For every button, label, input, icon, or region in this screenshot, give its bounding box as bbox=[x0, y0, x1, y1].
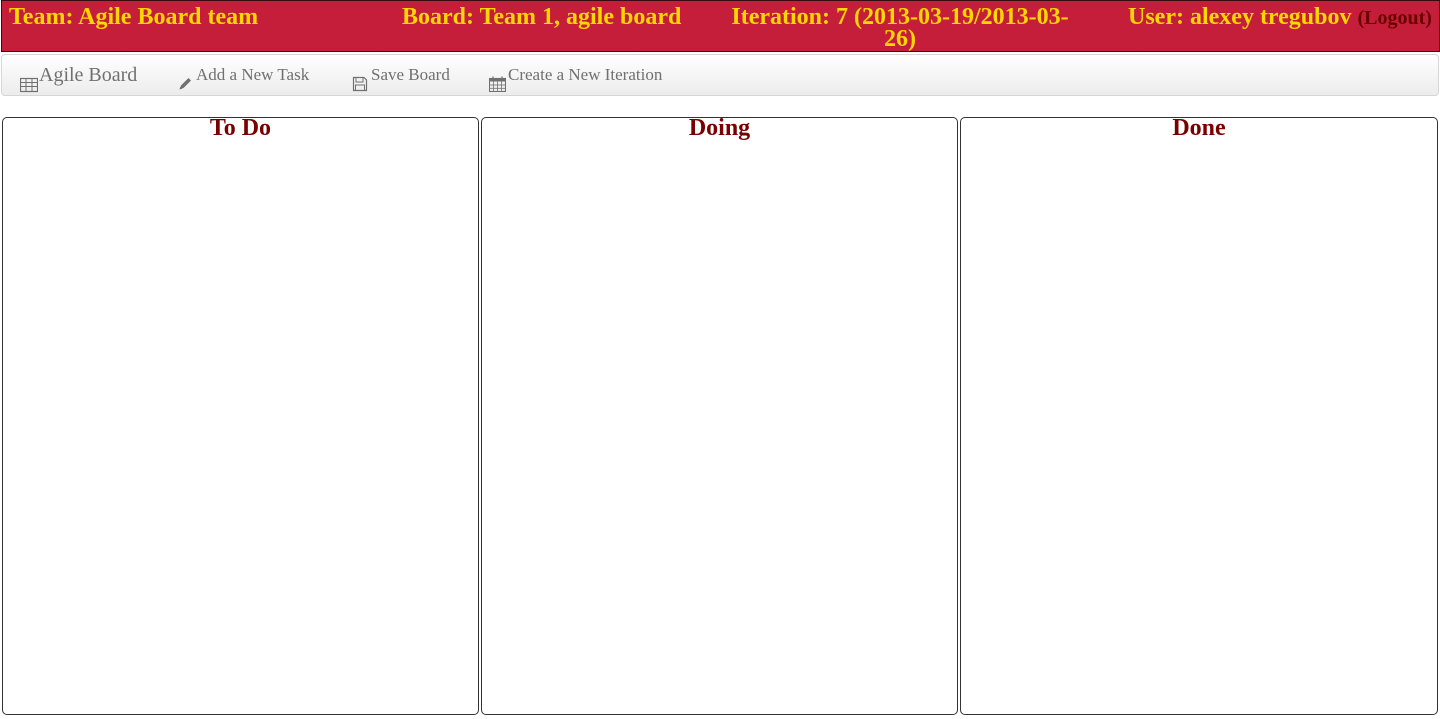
add-new-task-button[interactable]: Add a New Task bbox=[177, 55, 309, 95]
pencil-icon bbox=[177, 67, 193, 90]
user-name: User: alexey tregubov bbox=[1128, 4, 1352, 30]
navbar: Agile Board Add a New Task Save Board Cr… bbox=[1, 54, 1439, 96]
column-doing[interactable]: Doing bbox=[481, 115, 958, 715]
agile-board-brand-label: Agile Board bbox=[39, 64, 138, 86]
user-info: User: alexey tregubov (Logout) bbox=[1128, 4, 1432, 30]
agile-board-brand-link[interactable]: Agile Board bbox=[19, 55, 138, 95]
column-title-doing: Doing bbox=[688, 115, 751, 141]
save-board-button[interactable]: Save Board bbox=[352, 55, 450, 95]
column-title-done: Done bbox=[1172, 115, 1226, 141]
logout-link[interactable]: (Logout) bbox=[1358, 7, 1432, 29]
top-header: Team: Agile Board team Board: Team 1, ag… bbox=[1, 0, 1440, 52]
column-todo[interactable]: To Do bbox=[2, 115, 479, 715]
floppy-disk-icon bbox=[352, 67, 368, 92]
add-new-task-label: Add a New Task bbox=[196, 65, 310, 84]
create-new-iteration-label: Create a New Iteration bbox=[508, 65, 663, 84]
table-icon bbox=[19, 67, 39, 93]
board-name: Board: Team 1, agile board bbox=[402, 4, 682, 30]
team-name: Team: Agile Board team bbox=[9, 4, 259, 30]
iteration-info: Iteration: 7 (2013-03-19/2013-03-26) bbox=[731, 4, 1069, 52]
column-done[interactable]: Done bbox=[960, 115, 1438, 715]
column-title-todo: To Do bbox=[209, 115, 272, 141]
create-new-iteration-button[interactable]: Create a New Iteration bbox=[488, 55, 663, 95]
save-board-label: Save Board bbox=[371, 65, 450, 84]
calendar-icon bbox=[488, 67, 507, 93]
